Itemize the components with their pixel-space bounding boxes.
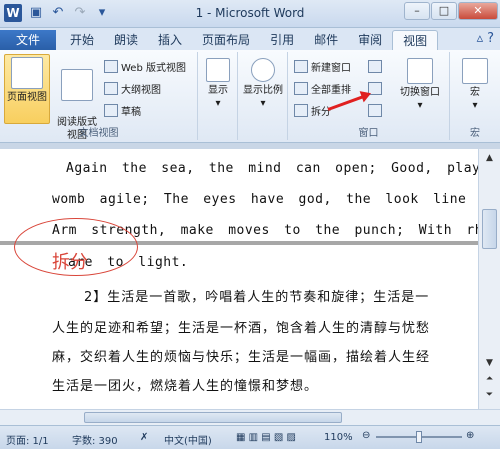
arrange-all-button[interactable]: 全部重排 [294, 80, 351, 97]
zoom-button[interactable]: 显示比例 ▾ [240, 58, 286, 110]
scroll-up-icon[interactable]: ▲ [482, 153, 497, 168]
ribbon-tabs: 文件 开始 朗读 插入 页面布局 引用 邮件 审阅 视图 ▵ ? [0, 28, 500, 50]
zoom-level[interactable]: 110% [324, 432, 353, 443]
web-layout-label: Web 版式视图 [121, 63, 186, 74]
tab-view[interactable]: 视图 [392, 30, 439, 50]
new-window-icon [294, 60, 308, 73]
tab-home[interactable]: 开始 [60, 30, 104, 50]
draft-button[interactable]: 草稿 [104, 102, 141, 119]
prev-page-icon[interactable]: ⏶ [482, 374, 497, 389]
show-dropdown-icon: ▾ [215, 98, 221, 109]
outline-icon [104, 82, 118, 95]
maximize-button[interactable]: □ [431, 2, 457, 20]
doc-line-8: 生活是一团火，燃烧着人生的憧憬和梦想。 [52, 379, 319, 394]
tab-mailings[interactable]: 邮件 [304, 30, 348, 50]
zoom-out-icon[interactable]: ⊖ [362, 430, 370, 441]
tab-review[interactable]: 审阅 [348, 30, 392, 50]
show-button[interactable]: 显示 ▾ [202, 58, 234, 110]
group-zoom: 显示比例 ▾ [238, 52, 288, 140]
word-count[interactable]: 字数: 390 [72, 432, 118, 447]
tab-read-aloud[interactable]: 朗读 [104, 30, 148, 50]
split-button[interactable]: 拆分 [294, 102, 331, 119]
web-layout-icon [104, 60, 118, 73]
doc-line-6: 人生的足迹和希望；生活是一杯酒，饱含着人生的清醇与忧愁 [52, 321, 431, 336]
zoom-magnifier-icon [251, 58, 275, 82]
outline-button[interactable]: 大纲视图 [104, 80, 161, 97]
split-annotation-text: 拆分 [52, 252, 88, 273]
language[interactable]: 中文(中国) [164, 432, 212, 447]
show-icon [206, 58, 230, 82]
horizontal-scrollbar[interactable] [0, 409, 500, 425]
outline-label: 大纲视图 [121, 85, 161, 96]
doc-line-7: 麻，交织着人生的烦恼与快乐；生活是一幅画，描绘着人生经 [52, 350, 431, 365]
ribbon: 页面视图 阅读版式 视图 Web 版式视图 大纲视图 草稿 文档视图 显示 ▾ [0, 50, 500, 143]
view-side-by-side-button[interactable] [368, 58, 382, 75]
print-layout-button[interactable]: 页面视图 [4, 54, 50, 124]
reset-window-button[interactable] [368, 102, 382, 119]
new-window-button[interactable]: 新建窗口 [294, 58, 351, 75]
status-bar: 页面: 1/1 字数: 390 ✗ 中文(中国) ▦ ▥ ▤ ▧ ▨ 110% … [0, 425, 500, 449]
doc-line-5: 2】生活是一首歌，吟唱着人生的节奏和旋律；生活是一 [84, 290, 430, 305]
macros-label: 宏 [470, 87, 480, 98]
minimize-button[interactable]: – [404, 2, 430, 20]
print-layout-icon [11, 57, 43, 89]
reading-layout-icon [61, 69, 93, 101]
tab-file[interactable]: 文件 [0, 30, 56, 50]
tab-right-icons: ▵ ? [477, 31, 494, 46]
view-buttons[interactable]: ▦ ▥ ▤ ▧ ▨ [236, 432, 296, 443]
doc-line-2: womb agile; The eyes have god, the look … [52, 192, 467, 207]
group-macros: 宏 ▾ 宏 [450, 52, 500, 140]
macros-icon [462, 58, 488, 84]
zoom-in-icon[interactable]: ⊕ [466, 430, 474, 441]
window-group-label: 窗口 [358, 128, 379, 139]
arrange-all-icon [294, 82, 308, 95]
zoom-label: 显示比例 [243, 85, 283, 96]
new-window-label: 新建窗口 [311, 63, 351, 74]
draft-label: 草稿 [121, 107, 141, 118]
window-controls: – □ ✕ [404, 2, 498, 20]
macros-group-label: 宏 [470, 128, 480, 139]
switch-window-button[interactable]: 切换窗口 ▾ [392, 58, 448, 112]
vertical-scrollbar[interactable]: ▲ ▼ ⏶ ⏷ [478, 149, 500, 409]
page-count[interactable]: 页面: 1/1 [6, 432, 49, 447]
view-side-by-side-icon [368, 60, 382, 73]
next-page-icon[interactable]: ⏷ [482, 390, 497, 405]
zoom-slider-knob[interactable] [416, 431, 422, 443]
scroll-down-icon[interactable]: ▼ [482, 358, 497, 373]
arrange-all-label: 全部重排 [311, 85, 351, 96]
document-views-group-label: 文档视图 [78, 128, 119, 139]
doc-line-1: Again the sea, the mind can open; Good, … [66, 161, 478, 176]
macros-button[interactable]: 宏 ▾ [454, 58, 496, 112]
help-icon[interactable]: ? [487, 31, 494, 46]
split-icon [294, 104, 308, 117]
draft-icon [104, 104, 118, 117]
title-bar: W ▣ ↶ ↷ ▾ 1 - Microsoft Word – □ ✕ [0, 0, 500, 28]
switch-window-dropdown-icon: ▾ [417, 100, 423, 111]
collapse-ribbon-icon[interactable]: ▵ [477, 31, 484, 46]
proofing-icon[interactable]: ✗ [140, 432, 148, 443]
group-show: 显示 ▾ [198, 52, 238, 140]
show-label: 显示 [208, 85, 228, 96]
switch-window-label: 切换窗口 [400, 87, 440, 98]
tab-page-layout[interactable]: 页面布局 [192, 30, 260, 50]
reset-window-icon [368, 104, 382, 117]
switch-window-icon [407, 58, 433, 84]
web-layout-button[interactable]: Web 版式视图 [104, 58, 186, 75]
reading-layout-button[interactable]: 阅读版式 视图 [54, 54, 100, 141]
group-document-views: 页面视图 阅读版式 视图 Web 版式视图 大纲视图 草稿 文档视图 [0, 52, 198, 141]
tab-references[interactable]: 引用 [260, 30, 304, 50]
macros-dropdown-icon: ▾ [472, 100, 478, 111]
tab-insert[interactable]: 插入 [148, 30, 192, 50]
close-button[interactable]: ✕ [458, 2, 498, 20]
horizontal-scroll-thumb[interactable] [84, 412, 342, 423]
vertical-scroll-thumb[interactable] [482, 209, 497, 249]
zoom-dropdown-icon: ▾ [260, 98, 266, 109]
document-area[interactable]: Again the sea, the mind can open; Good, … [0, 149, 478, 409]
print-layout-label: 页面视图 [7, 92, 47, 103]
